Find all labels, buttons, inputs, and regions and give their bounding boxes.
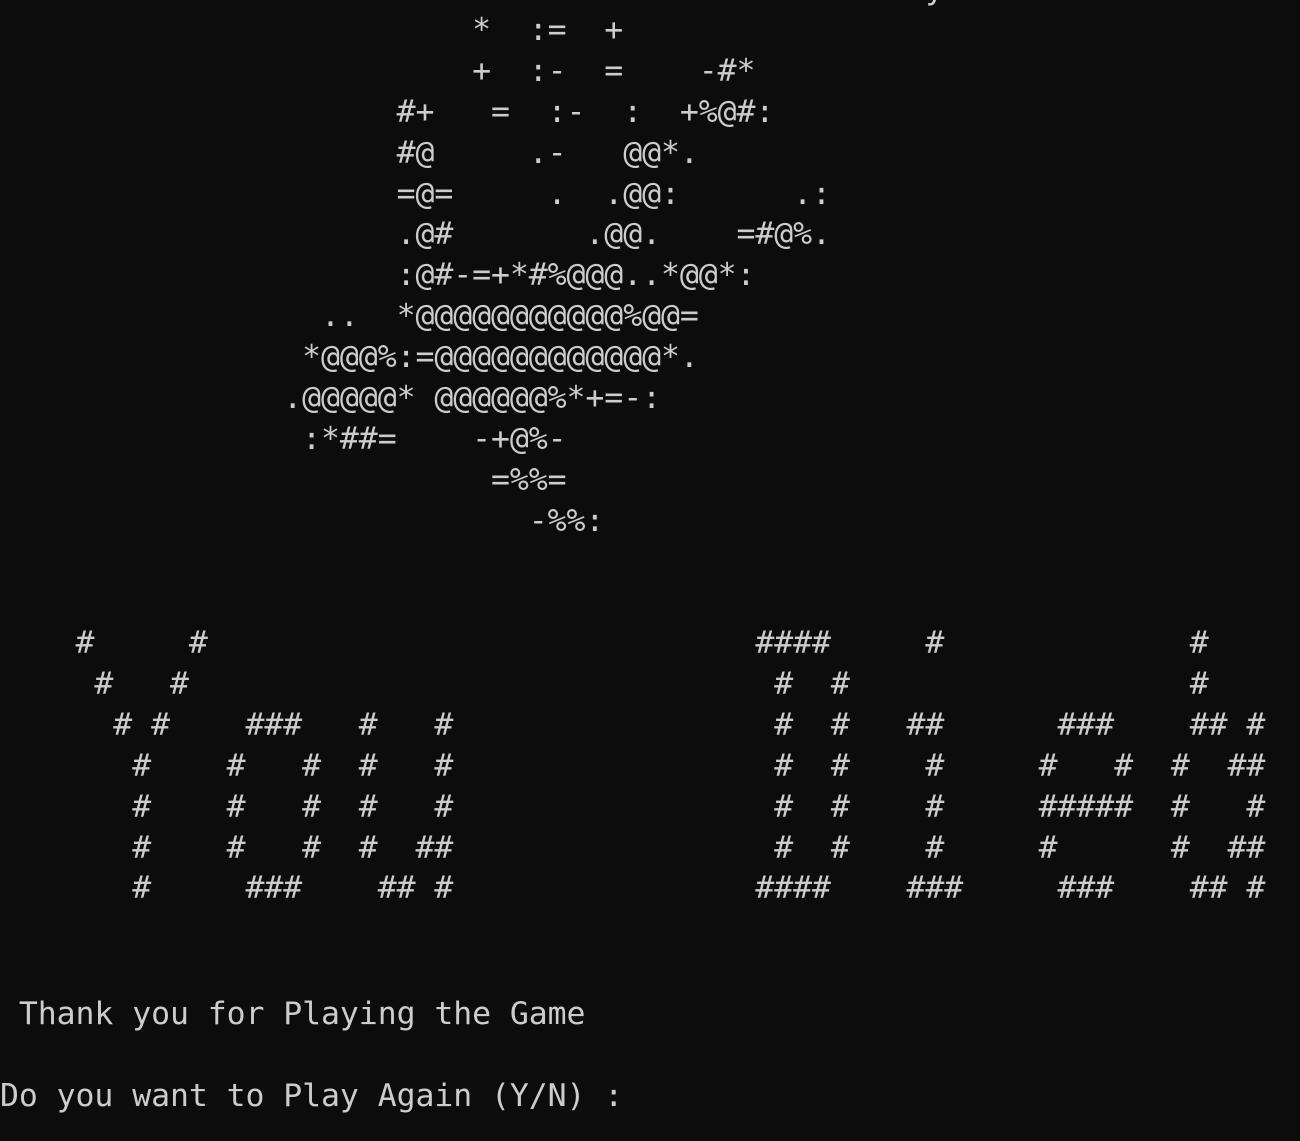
- thank-you-message: Thank you for Playing the Game: [0, 996, 586, 1032]
- ascii-art-skull: y * := + + :- = -#* #+ = :- : +%@#: #@ .…: [283, 0, 944, 539]
- ascii-art-died-text: #### # # # # # # # ## ### ## # # # # # #…: [755, 625, 1266, 907]
- console-window: y * := + + :- = -#* #+ = :- : +%@#: #@ .…: [0, 0, 1300, 1141]
- play-again-prompt-text: Do you want to Play Again (Y/N) :: [0, 1078, 643, 1114]
- play-again-prompt[interactable]: Do you want to Play Again (Y/N) :: [0, 1076, 642, 1116]
